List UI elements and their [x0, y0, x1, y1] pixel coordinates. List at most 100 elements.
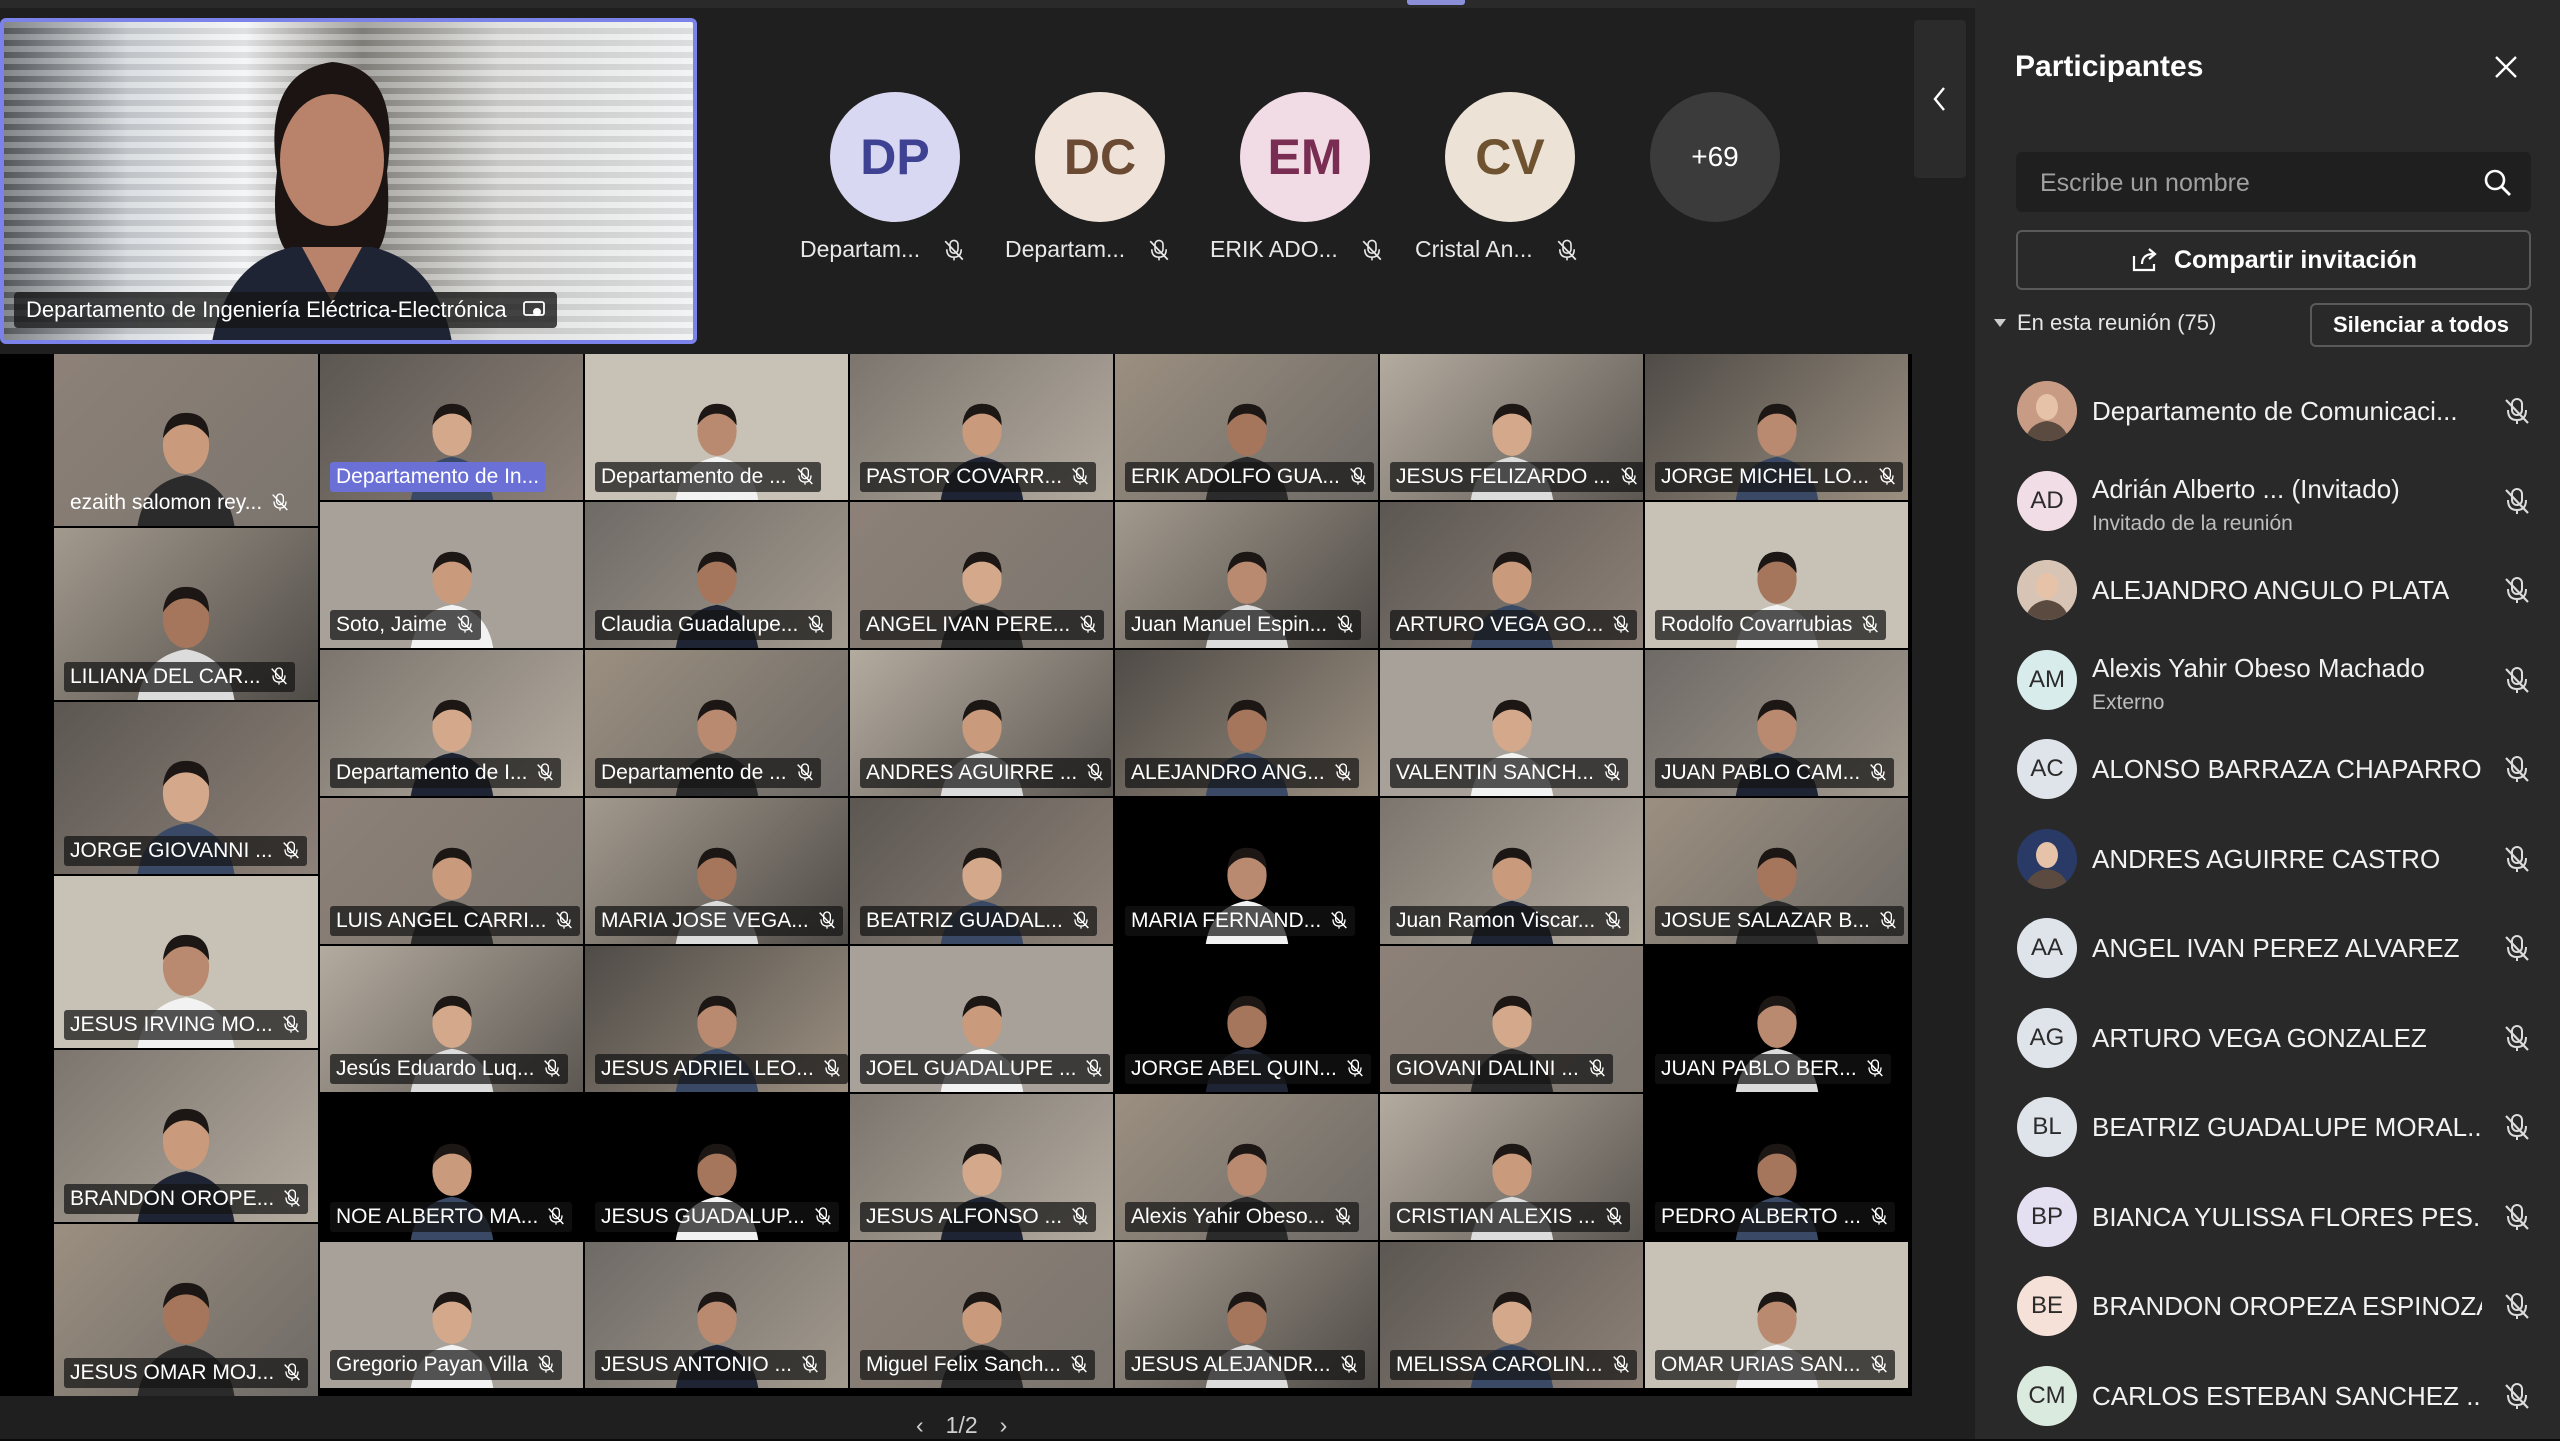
- participant-video-tile[interactable]: OMAR URIAS SAN...: [1645, 1242, 1908, 1388]
- share-invitation-button[interactable]: Compartir invitación: [2016, 230, 2531, 290]
- participant-video-tile[interactable]: Gregorio Payan Villa: [320, 1242, 583, 1388]
- participant-video-tile[interactable]: JESUS OMAR MOJ...: [54, 1224, 318, 1396]
- participant-video-tile[interactable]: JESUS ALFONSO ...: [850, 1094, 1113, 1240]
- in-meeting-section-toggle[interactable]: En esta reunión (75): [1993, 310, 2216, 336]
- participant-avatar[interactable]: DP: [830, 92, 960, 222]
- participant-video-tile[interactable]: NOE ALBERTO MA...: [320, 1094, 583, 1240]
- participant-name: BIANCA YULISSA FLORES PES...: [2092, 1201, 2482, 1232]
- participant-name-label: JOEL GUADALUPE ...: [860, 1054, 1111, 1084]
- participant-video-tile[interactable]: GIOVANI DALINI ...: [1380, 946, 1643, 1092]
- participant-video-tile[interactable]: JESUS ADRIEL LEO...: [585, 946, 848, 1092]
- participant-avatar-name: Departam...: [800, 236, 990, 263]
- presenter-name-label: Departamento de Ingeniería Eléctrica-Ele…: [14, 292, 557, 328]
- participant-video-tile[interactable]: VALENTIN SANCH...: [1380, 650, 1643, 796]
- participant-video-tile[interactable]: LILIANA DEL CAR...: [54, 528, 318, 700]
- mic-off-icon: [2502, 1202, 2532, 1232]
- participant-video-tile[interactable]: BEATRIZ GUADAL...: [850, 798, 1113, 944]
- panel-title: Participantes: [2015, 50, 2204, 83]
- participant-row[interactable]: ALEJANDRO ANGULO PLATA: [1975, 545, 2560, 635]
- participant-video-tile[interactable]: Departamento de ...: [585, 354, 848, 500]
- participant-video-tile[interactable]: JUAN PABLO BER...: [1645, 946, 1908, 1092]
- participant-avatar: BL: [2017, 1097, 2077, 1157]
- participant-video-tile[interactable]: Jesús Eduardo Luq...: [320, 946, 583, 1092]
- mic-off-icon: [282, 1361, 302, 1381]
- participant-video-tile[interactable]: JESUS ALEJANDR...: [1115, 1242, 1378, 1388]
- participant-search[interactable]: [2016, 152, 2531, 214]
- participant-row[interactable]: AA ANGEL IVAN PEREZ ALVAREZ: [1975, 903, 2560, 993]
- participant-avatar: AD: [2017, 470, 2077, 531]
- participant-row[interactable]: CM CARLOS ESTEBAN SANCHEZ ...: [1975, 1351, 2560, 1441]
- participant-video-tile[interactable]: Alexis Yahir Obeso...: [1115, 1094, 1378, 1240]
- participant-video-tile[interactable]: JESUS FELIZARDO ...: [1380, 354, 1643, 500]
- participant-video-tile[interactable]: Departamento de ...: [585, 650, 848, 796]
- participant-row[interactable]: AC ALONSO BARRAZA CHAPARRO: [1975, 724, 2560, 814]
- participant-photo-icon: [2017, 828, 2077, 889]
- participant-name: ANGEL IVAN PEREZ ALVAREZ: [2092, 933, 2460, 963]
- mic-off-icon: [2502, 1381, 2532, 1411]
- participant-video-tile[interactable]: BRANDON OROPE...: [54, 1050, 318, 1222]
- participant-row[interactable]: AM Alexis Yahir Obeso Machado Externo: [1975, 635, 2560, 725]
- presenter-tile[interactable]: Departamento de Ingeniería Eléctrica-Ele…: [0, 18, 697, 344]
- participant-video-tile[interactable]: JESUS ANTONIO ...: [585, 1242, 848, 1388]
- participant-video-tile[interactable]: Rodolfo Covarrubias: [1645, 502, 1908, 648]
- video-gallery-grid: ezaith salomon rey... LILIANA DEL CAR... J…: [0, 354, 1912, 1396]
- mute-all-button[interactable]: Silenciar a todos: [2310, 303, 2532, 347]
- participant-row[interactable]: AG ARTURO VEGA GONZALEZ: [1975, 993, 2560, 1083]
- participant-video-tile[interactable]: ANDRES AGUIRRE ...: [850, 650, 1113, 796]
- participant-row[interactable]: BL BEATRIZ GUADALUPE MORAL...: [1975, 1082, 2560, 1172]
- participant-name-label: PEDRO ALBERTO ...: [1655, 1202, 1895, 1232]
- participant-video-tile[interactable]: ANGEL IVAN PERE...: [850, 502, 1113, 648]
- participant-video-tile[interactable]: ezaith salomon rey...: [54, 354, 318, 526]
- participant-name-label: Departamento de I...: [330, 758, 562, 788]
- participant-row[interactable]: AD Adrián Alberto ... (Invitado) Invitado …: [1975, 456, 2560, 546]
- participant-video-tile[interactable]: MARIA FERNAND...: [1115, 798, 1378, 944]
- mic-off-icon: [1611, 1353, 1631, 1373]
- participant-row[interactable]: BP BIANCA YULISSA FLORES PES...: [1975, 1172, 2560, 1262]
- participant-avatar[interactable]: DC: [1035, 92, 1165, 222]
- chevron-left-icon[interactable]: ‹: [916, 1412, 924, 1439]
- participant-video-tile[interactable]: MELISSA CAROLIN...: [1380, 1242, 1643, 1388]
- participant-avatar[interactable]: CV: [1445, 92, 1575, 222]
- mic-off-icon: [1348, 465, 1368, 485]
- participant-video-tile[interactable]: ALEJANDRO ANG...: [1115, 650, 1378, 796]
- participant-video-tile[interactable]: JOEL GUADALUPE ...: [850, 946, 1113, 1092]
- participant-video-tile[interactable]: CRISTIAN ALEXIS ...: [1380, 1094, 1643, 1240]
- participant-video-tile[interactable]: JUAN PABLO CAM...: [1645, 650, 1908, 796]
- participant-video-tile[interactable]: JESUS IRVING MO...: [54, 876, 318, 1048]
- participant-video-tile[interactable]: Claudia Guadalupe...: [585, 502, 848, 648]
- mic-off-icon: [1587, 1057, 1607, 1077]
- chevron-right-icon[interactable]: ›: [1000, 1412, 1008, 1439]
- participant-video-tile[interactable]: Juan Ramon Viscar...: [1380, 798, 1643, 944]
- participant-video-tile[interactable]: ARTURO VEGA GO...: [1380, 502, 1643, 648]
- participant-video-tile[interactable]: Soto, Jaime: [320, 502, 583, 648]
- participant-row[interactable]: Departamento de Comunicaci...: [1975, 366, 2560, 456]
- participant-video-tile[interactable]: Miguel Felix Sanch...: [850, 1242, 1113, 1388]
- mic-off-icon: [1085, 761, 1105, 781]
- participant-photo-icon: [2017, 381, 2077, 441]
- participant-row[interactable]: BE BRANDON OROPEZA ESPINOZA: [1975, 1261, 2560, 1351]
- participant-video-tile[interactable]: Departamento de In...: [320, 354, 583, 500]
- participant-name-label: Departamento de ...: [595, 758, 821, 788]
- participant-row[interactable]: ANDRES AGUIRRE CASTRO: [1975, 814, 2560, 904]
- participant-video-tile[interactable]: JORGE MICHEL LO...: [1645, 354, 1908, 500]
- participant-video-tile[interactable]: MARIA JOSE VEGA...: [585, 798, 848, 944]
- collapse-panel-button[interactable]: [1914, 20, 1966, 178]
- search-icon[interactable]: [2483, 168, 2513, 198]
- participant-name-label: Jesús Eduardo Luq...: [330, 1054, 569, 1084]
- participant-video-tile[interactable]: JORGE ABEL QUIN...: [1115, 946, 1378, 1092]
- participant-name-label: ARTURO VEGA GO...: [1390, 610, 1638, 640]
- search-input[interactable]: [2038, 152, 2462, 214]
- participant-video-tile[interactable]: Juan Manuel Espin...: [1115, 502, 1378, 648]
- screen-share-icon: [522, 301, 545, 316]
- participant-video-tile[interactable]: LUIS ANGEL CARRI...: [320, 798, 583, 944]
- participant-video-tile[interactable]: JORGE GIOVANNI ...: [54, 702, 318, 874]
- participant-avatar[interactable]: EM: [1240, 92, 1370, 222]
- more-participants-button[interactable]: +69: [1650, 92, 1780, 222]
- close-icon[interactable]: [2491, 52, 2521, 82]
- participant-video-tile[interactable]: JOSUE SALAZAR B...: [1645, 798, 1908, 944]
- participant-video-tile[interactable]: PEDRO ALBERTO ...: [1645, 1094, 1908, 1240]
- participant-video-tile[interactable]: Departamento de I...: [320, 650, 583, 796]
- participant-video-tile[interactable]: JESUS GUADALUP...: [585, 1094, 848, 1240]
- participant-video-tile[interactable]: PASTOR COVARR...: [850, 354, 1113, 500]
- participant-video-tile[interactable]: ERIK ADOLFO GUA...: [1115, 354, 1378, 500]
